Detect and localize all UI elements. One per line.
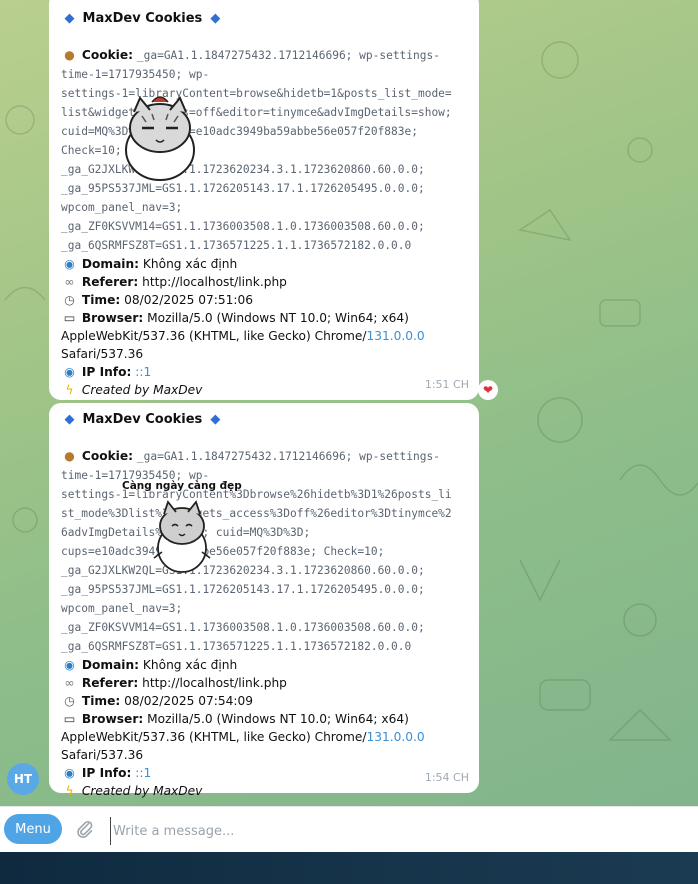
created-by-text: Created by MaxDev <box>81 784 203 798</box>
diamond-icon: ◆ <box>64 412 75 427</box>
browser-row: ▭ Browser: Mozilla/5.0 (Windows NT 10.0;… <box>61 309 468 363</box>
browser-label: Browser: <box>81 712 144 726</box>
time-value: 08/02/2025 07:51:06 <box>124 293 253 307</box>
clock-icon: ◷ <box>64 293 75 307</box>
ip-row: ◉ IP Info: ::1 <box>61 363 468 381</box>
sticker-caption: Càng ngày càng đẹp <box>122 480 242 492</box>
domain-row: ◉ Domain: Không xác định <box>61 656 468 674</box>
cat-sticker[interactable]: Càng ngày càng đẹp <box>122 480 242 580</box>
cookie-icon: ● <box>64 449 75 463</box>
referer-value: http://localhost/link.php <box>142 676 287 690</box>
link-icon: ∞ <box>64 275 75 289</box>
cookie-line: settings-1=libraryContent%3Dbrowse%26hid… <box>61 488 452 501</box>
cookie-line: _ga=GA1.1.1847275432.1712146696; wp-sett… <box>136 450 440 463</box>
message-title: ◆ MaxDev Cookies ◆ <box>61 411 468 429</box>
message-timestamp: 1:54 CH <box>424 771 469 784</box>
time-label: Time: <box>81 293 121 307</box>
domain-label: Domain: <box>81 257 140 271</box>
diamond-icon: ◆ <box>210 11 221 26</box>
cat-illustration <box>153 500 211 573</box>
avatar-initials: HT <box>13 772 33 786</box>
message-bubble[interactable]: ◆ MaxDev Cookies ◆ ● Cookie: _ga=GA1.1.1… <box>49 0 479 400</box>
browser-value: Mozilla/5.0 (Windows NT 10.0; Win64; x64… <box>147 311 409 325</box>
message-title: ◆ MaxDev Cookies ◆ <box>61 10 468 28</box>
monitor-icon: ▭ <box>63 712 76 726</box>
cookie-line: _ga_6QSRMFSZ8T=GS1.1.1736571225.1.1.1736… <box>61 640 412 653</box>
globe-icon: ◉ <box>64 658 75 672</box>
referer-label: Referer: <box>81 676 139 690</box>
paperclip-icon[interactable] <box>74 818 96 840</box>
ip-row: ◉ IP Info: ::1 <box>61 764 468 782</box>
cookie-line: time-1=1717935450; wp- <box>61 68 210 81</box>
referer-label: Referer: <box>81 275 139 289</box>
cookie-label: Cookie: <box>81 48 133 62</box>
message-input[interactable] <box>110 817 675 845</box>
cookie-line: _ga=GA1.1.1847275432.1712146696; wp-sett… <box>136 49 440 62</box>
time-row: ◷ Time: 08/02/2025 07:54:09 <box>61 692 468 710</box>
referer-row: ∞ Referer: http://localhost/link.php <box>61 674 468 692</box>
time-value: 08/02/2025 07:54:09 <box>124 694 253 708</box>
referer-value: http://localhost/link.php <box>142 275 287 289</box>
cookie-line: _ga_6QSRMFSZ8T=GS1.1.1736571225.1.1.1736… <box>61 239 412 252</box>
diamond-icon: ◆ <box>64 11 75 26</box>
browser-version-link[interactable]: 131.0.0.0 <box>366 329 424 343</box>
browser-value: AppleWebKit/537.36 (KHTML, like Gecko) C… <box>61 329 367 343</box>
diamond-icon: ◆ <box>210 412 221 427</box>
referer-row: ∞ Referer: http://localhost/link.php <box>61 273 468 291</box>
cookie-icon: ● <box>64 48 75 62</box>
message-composer: Menu <box>0 806 698 853</box>
created-by-row: ϟ Created by MaxDev <box>61 782 468 800</box>
link-icon: ∞ <box>64 676 75 690</box>
cookie-label: Cookie: <box>81 449 133 463</box>
globe-icon: ◉ <box>64 365 75 379</box>
cat-sticker[interactable] <box>112 88 212 188</box>
domain-row: ◉ Domain: Không xác định <box>61 255 468 273</box>
browser-value: AppleWebKit/537.36 (KHTML, like Gecko) C… <box>61 730 367 744</box>
time-label: Time: <box>81 694 121 708</box>
avatar[interactable]: HT <box>7 763 39 795</box>
ip-label: IP Info: <box>81 365 132 379</box>
lightning-icon: ϟ <box>65 383 74 397</box>
browser-value: Safari/537.36 <box>61 748 144 762</box>
heart-icon: ❤ <box>482 383 494 397</box>
clock-icon: ◷ <box>64 694 75 708</box>
globe-icon: ◉ <box>64 766 75 780</box>
created-by-text: Created by MaxDev <box>81 383 203 397</box>
cookie-line: _ga_ZF0KSVVM14=GS1.1.1736003508.1.0.1736… <box>61 220 425 233</box>
cookie-line: _ga_95PS537JML=GS1.1.1726205143.17.1.172… <box>61 583 425 596</box>
message-bubble[interactable]: ◆ MaxDev Cookies ◆ ● Cookie: _ga=GA1.1.1… <box>49 403 479 798</box>
menu-button-label: Menu <box>15 821 51 837</box>
message-timestamp: 1:51 CH <box>424 378 469 391</box>
browser-version-link[interactable]: 131.0.0.0 <box>366 730 424 744</box>
time-row: ◷ Time: 08/02/2025 07:51:06 <box>61 291 468 309</box>
cookie-line: _ga_G2JXLKW2QL=GS1.1.1723620234.3.1.1723… <box>61 564 425 577</box>
domain-value: Không xác định <box>142 658 238 672</box>
heart-reaction[interactable]: ❤ <box>478 380 498 400</box>
cookie-line: wpcom_panel_nav=3; <box>61 602 183 615</box>
menu-button[interactable]: Menu <box>4 814 62 844</box>
lightning-icon: ϟ <box>65 784 74 798</box>
ip-label: IP Info: <box>81 766 132 780</box>
domain-value: Không xác định <box>142 257 238 271</box>
cookie-line: _ga_ZF0KSVVM14=GS1.1.1736003508.1.0.1736… <box>61 621 425 634</box>
message-title-text: MaxDev Cookies <box>82 412 203 427</box>
ip-value-link[interactable]: ::1 <box>135 766 151 780</box>
taskbar <box>0 852 698 884</box>
browser-value: Mozilla/5.0 (Windows NT 10.0; Win64; x64… <box>147 712 409 726</box>
domain-label: Domain: <box>81 658 140 672</box>
ip-value-link[interactable]: ::1 <box>135 365 151 379</box>
browser-label: Browser: <box>81 311 144 325</box>
cookie-line: st_mode%3Dlist%26widgets_access%3Doff%26… <box>61 507 452 520</box>
browser-value: Safari/537.36 <box>61 347 144 361</box>
message-title-text: MaxDev Cookies <box>82 11 203 26</box>
created-by-row: ϟ Created by MaxDev <box>61 381 468 399</box>
monitor-icon: ▭ <box>63 311 76 325</box>
browser-row: ▭ Browser: Mozilla/5.0 (Windows NT 10.0;… <box>61 710 468 764</box>
cookie-line: wpcom_panel_nav=3; <box>61 201 183 214</box>
globe-icon: ◉ <box>64 257 75 271</box>
